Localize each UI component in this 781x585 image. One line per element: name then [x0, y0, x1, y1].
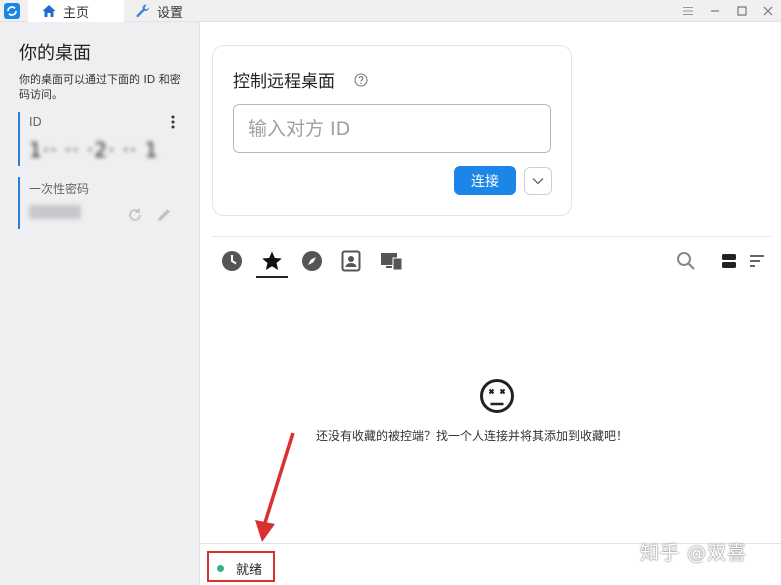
discovered-icon — [302, 251, 322, 271]
tab-favorites[interactable] — [260, 249, 284, 273]
sidebar-title: 你的桌面 — [19, 43, 91, 64]
sort-icon — [750, 255, 764, 267]
list-view-icon — [722, 254, 736, 268]
connect-title: 控制远程桌面 — [233, 72, 335, 92]
more-vertical-icon[interactable] — [168, 114, 178, 130]
home-icon — [42, 5, 56, 17]
help-icon[interactable] — [354, 73, 368, 87]
tab-settings[interactable]: 设置 — [132, 0, 222, 22]
sort-button[interactable] — [746, 250, 768, 272]
edit-icon[interactable] — [155, 206, 173, 224]
id-block: ID 1·· ·· ·2· ·· 1 — [18, 112, 190, 166]
id-label: ID — [29, 115, 42, 129]
refresh-icon[interactable] — [126, 206, 144, 224]
connect-card: 控制远程桌面 连接 — [212, 45, 572, 216]
empty-favorites-message: 还没有收藏的被控端？找一个人连接并将其添加到收藏吧！ — [316, 429, 629, 443]
chevron-down-icon — [532, 178, 544, 185]
status-annotation-box: 就绪 — [207, 551, 275, 582]
password-label: 一次性密码 — [29, 182, 90, 196]
remote-id-input[interactable] — [233, 104, 551, 153]
recent-icon — [222, 251, 242, 271]
minimize-button[interactable] — [706, 2, 724, 20]
connect-button[interactable]: 连接 — [454, 166, 516, 195]
maximize-button[interactable] — [733, 2, 751, 20]
watermark: 知乎 @双喜 — [640, 542, 748, 564]
active-tab-indicator — [256, 276, 288, 278]
tab-recent[interactable] — [220, 249, 244, 273]
close-icon — [763, 6, 773, 16]
search-icon — [677, 252, 695, 270]
password-value — [29, 205, 81, 219]
sad-face-icon — [480, 379, 514, 413]
menu-icon — [683, 7, 693, 15]
title-bar: 主页 设置 — [0, 0, 781, 22]
id-value: 1·· ·· ·2· ·· 1 — [29, 138, 159, 162]
maximize-icon — [737, 6, 747, 16]
group-icon — [381, 253, 403, 271]
tab-address-book[interactable] — [339, 249, 363, 273]
close-button[interactable] — [759, 2, 777, 20]
menu-button[interactable] — [679, 2, 697, 20]
password-block: 一次性密码 — [18, 177, 190, 229]
status-dot — [217, 565, 224, 572]
tab-settings-label: 设置 — [157, 5, 184, 21]
tab-home[interactable]: 主页 — [28, 0, 124, 22]
app-logo-icon — [4, 3, 20, 19]
view-toggle-button[interactable] — [718, 250, 740, 272]
connect-options-button[interactable] — [524, 167, 552, 195]
minimize-icon — [711, 10, 719, 12]
divider — [212, 236, 771, 237]
annotation-arrow — [255, 432, 295, 542]
favorites-icon — [262, 251, 282, 270]
address-book-icon — [341, 250, 361, 272]
search-button[interactable] — [675, 250, 697, 272]
status-text: 就绪 — [236, 563, 263, 578]
sidebar-description: 你的桌面可以通过下面的 ID 和密码访问。 — [19, 73, 181, 101]
tab-group[interactable] — [380, 249, 404, 273]
tab-home-label: 主页 — [63, 5, 90, 21]
sidebar: 你的桌面 你的桌面可以通过下面的 ID 和密码访问。 ID 1·· ·· ·2·… — [0, 22, 200, 585]
wrench-icon — [136, 4, 149, 18]
tab-discovered[interactable] — [300, 249, 324, 273]
